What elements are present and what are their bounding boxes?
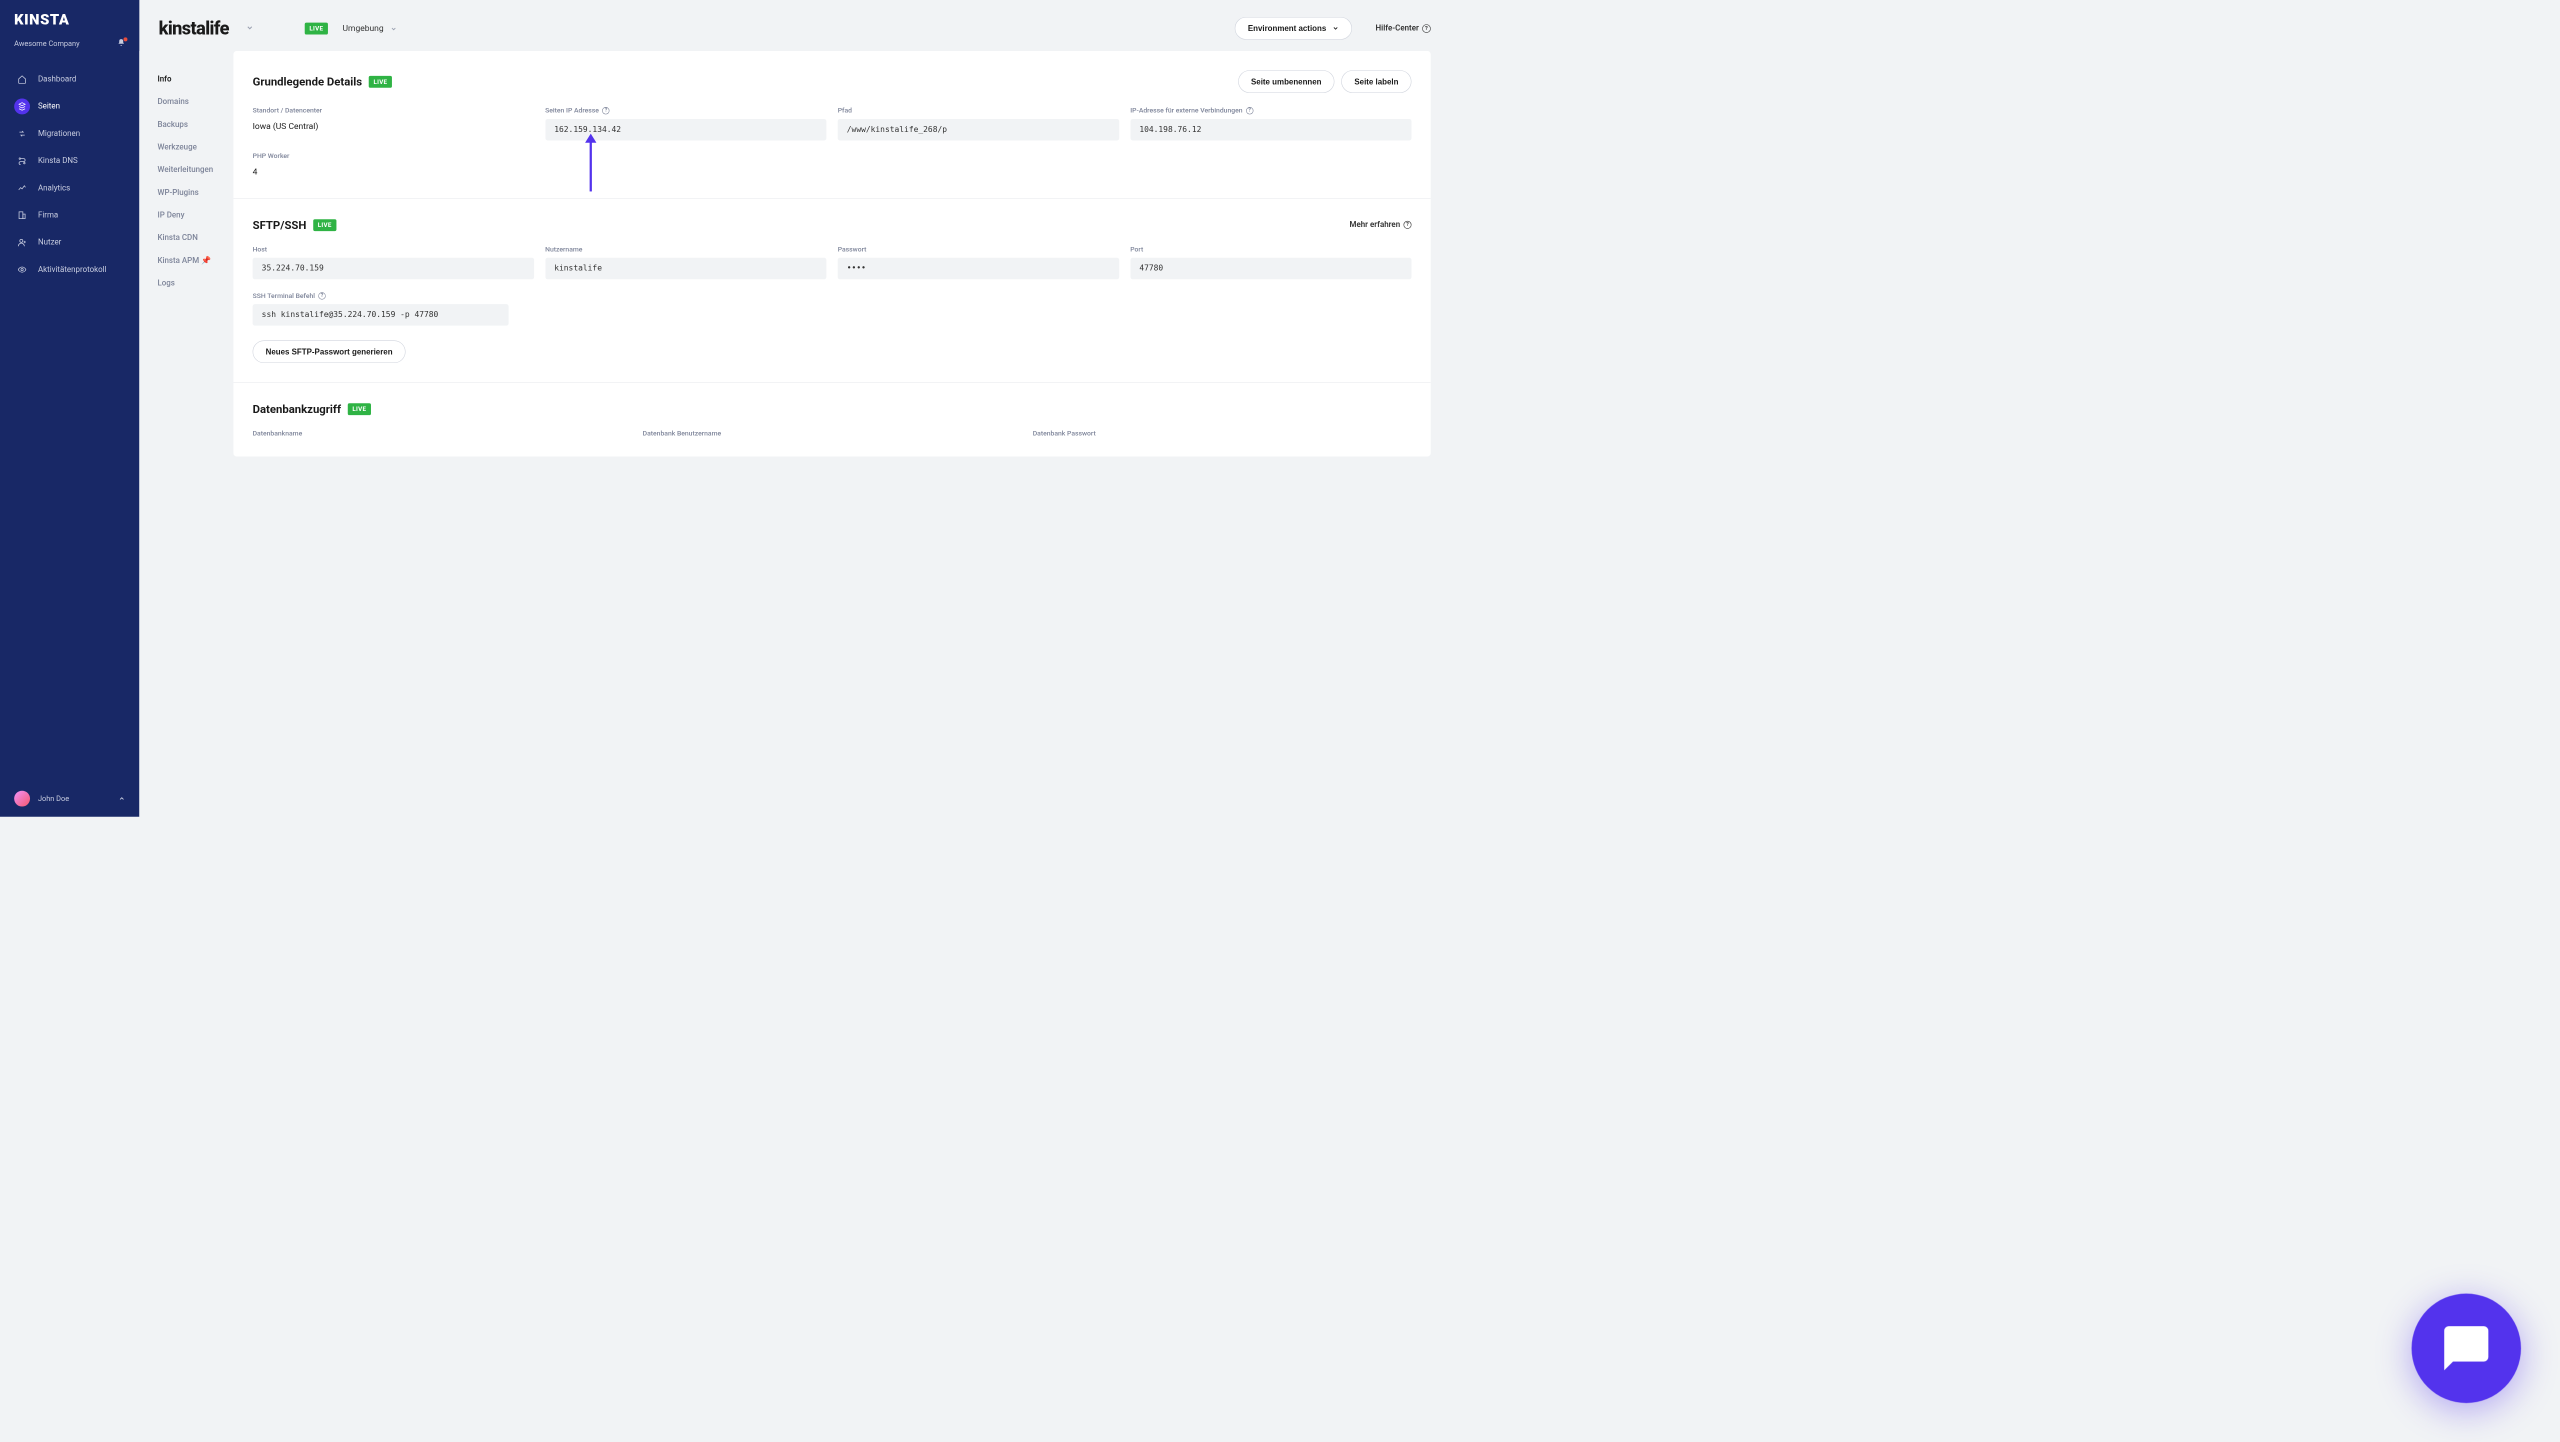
location-value: Iowa (US Central) (253, 119, 534, 134)
nav-nutzer[interactable]: Nutzer (0, 229, 139, 256)
site-ip-label: Seiten IP Adresse? (545, 106, 826, 114)
info-icon: ? (1404, 221, 1412, 229)
new-sftp-password-button[interactable]: Neues SFTP-Passwort generieren (253, 340, 406, 363)
nav-activity-log[interactable]: Aktivitätenprotokoll (0, 256, 139, 283)
host-label: Host (253, 245, 534, 253)
home-icon (14, 71, 30, 87)
db-pass-label: Datenbank Passwort (1033, 429, 1412, 437)
username-value[interactable]: kinstalife (545, 258, 826, 280)
topbar: kinstalife LIVE Umgebung Environment act… (139, 0, 1450, 51)
content: Grundlegende Details LIVE Seite umbenenn… (233, 51, 1450, 817)
username-label: Nutzername (545, 245, 826, 253)
port-value[interactable]: 47780 (1130, 258, 1411, 280)
site-dropdown[interactable] (240, 23, 259, 34)
live-badge: LIVE (348, 403, 371, 415)
subnav-domains[interactable]: Domains (139, 91, 233, 114)
sites-icon (14, 99, 30, 115)
sftp-title: SFTP/SSH (253, 218, 307, 232)
nav-migrationen[interactable]: Migrationen (0, 120, 139, 147)
subnav-ip-deny[interactable]: IP Deny (139, 204, 233, 227)
pin-icon: 📌 (201, 256, 211, 265)
subnav-weiterleitungen[interactable]: Weiterleitungen (139, 159, 233, 182)
notifications-bell-icon[interactable] (117, 39, 125, 49)
info-icon[interactable]: ? (1246, 107, 1253, 114)
learn-more-link[interactable]: Mehr erfahren? (1350, 220, 1412, 229)
chat-icon (2440, 1322, 2493, 1375)
help-icon: ? (1422, 24, 1430, 32)
nav-analytics[interactable]: Analytics (0, 174, 139, 201)
live-badge: LIVE (313, 219, 336, 231)
db-user-label: Datenbank Benutzername (643, 429, 1022, 437)
chevron-up-icon (118, 793, 125, 804)
user-menu[interactable]: John Doe (0, 780, 139, 816)
php-worker-label: PHP Worker (253, 152, 534, 160)
path-value[interactable]: /www/kinstalife_268/p (838, 119, 1119, 141)
avatar (14, 791, 30, 807)
subnav-logs[interactable]: Logs (139, 272, 233, 295)
company-name: Awesome Company (14, 39, 79, 47)
env-badge: LIVE (305, 22, 328, 34)
dns-icon (14, 153, 30, 169)
main-nav: Dashboard Seiten Migrationen Kinsta DNS … (0, 60, 139, 780)
info-icon[interactable]: ? (602, 107, 609, 114)
main-area: kinstalife LIVE Umgebung Environment act… (139, 0, 1450, 817)
eye-icon (14, 262, 30, 278)
php-worker-value: 4 (253, 164, 534, 179)
ext-ip-label: IP-Adresse für externe Verbindungen? (1130, 106, 1411, 114)
site-title: kinstalife (159, 18, 229, 40)
ssh-cmd-value[interactable]: ssh kinstalife@35.224.70.159 -p 47780 (253, 304, 509, 326)
chat-fab[interactable] (2412, 1294, 2521, 1403)
ssh-cmd-label: SSH Terminal Befehl? (253, 292, 509, 300)
env-dropdown[interactable]: Umgebung (342, 23, 396, 33)
password-label: Passwort (838, 245, 1119, 253)
nav-seiten[interactable]: Seiten (0, 93, 139, 120)
subnav-backups[interactable]: Backups (139, 113, 233, 136)
rename-site-button[interactable]: Seite umbenennen (1238, 70, 1335, 93)
subnav-info[interactable]: Info (139, 68, 233, 91)
live-badge: LIVE (369, 76, 392, 88)
nav-dns[interactable]: Kinsta DNS (0, 147, 139, 174)
users-icon (14, 234, 30, 250)
subnav-kinsta-cdn[interactable]: Kinsta CDN (139, 227, 233, 250)
subnav-wp-plugins[interactable]: WP-Plugins (139, 181, 233, 204)
help-center-link[interactable]: Hilfe-Center? (1376, 24, 1431, 33)
db-name-label: Datenbankname (253, 429, 632, 437)
path-label: Pfad (838, 106, 1119, 114)
main-sidebar: KINSTA Awesome Company Dashboard Seiten … (0, 0, 139, 817)
info-icon[interactable]: ? (318, 292, 325, 299)
migrations-icon (14, 126, 30, 142)
subnav-werkzeuge[interactable]: Werkzeuge (139, 136, 233, 159)
analytics-icon (14, 180, 30, 196)
environment-actions-button[interactable]: Environment actions (1235, 17, 1352, 40)
nav-firma[interactable]: Firma (0, 202, 139, 229)
location-label: Standort / Datencenter (253, 106, 534, 114)
site-subnav: Info Domains Backups Werkzeuge Weiterlei… (139, 51, 233, 817)
password-value[interactable]: •••• (838, 258, 1119, 280)
label-site-button[interactable]: Seite labeln (1341, 70, 1411, 93)
basic-details-title: Grundlegende Details (253, 75, 363, 89)
db-title: Datenbankzugriff (253, 402, 341, 416)
company-icon (14, 207, 30, 223)
nav-dashboard[interactable]: Dashboard (0, 66, 139, 93)
port-label: Port (1130, 245, 1411, 253)
subnav-kinsta-apm[interactable]: Kinsta APM 📌 (139, 249, 233, 272)
host-value[interactable]: 35.224.70.159 (253, 258, 534, 280)
logo: KINSTA (14, 11, 125, 28)
annotation-arrow (589, 140, 591, 191)
ext-ip-value[interactable]: 104.198.76.12 (1130, 119, 1411, 141)
